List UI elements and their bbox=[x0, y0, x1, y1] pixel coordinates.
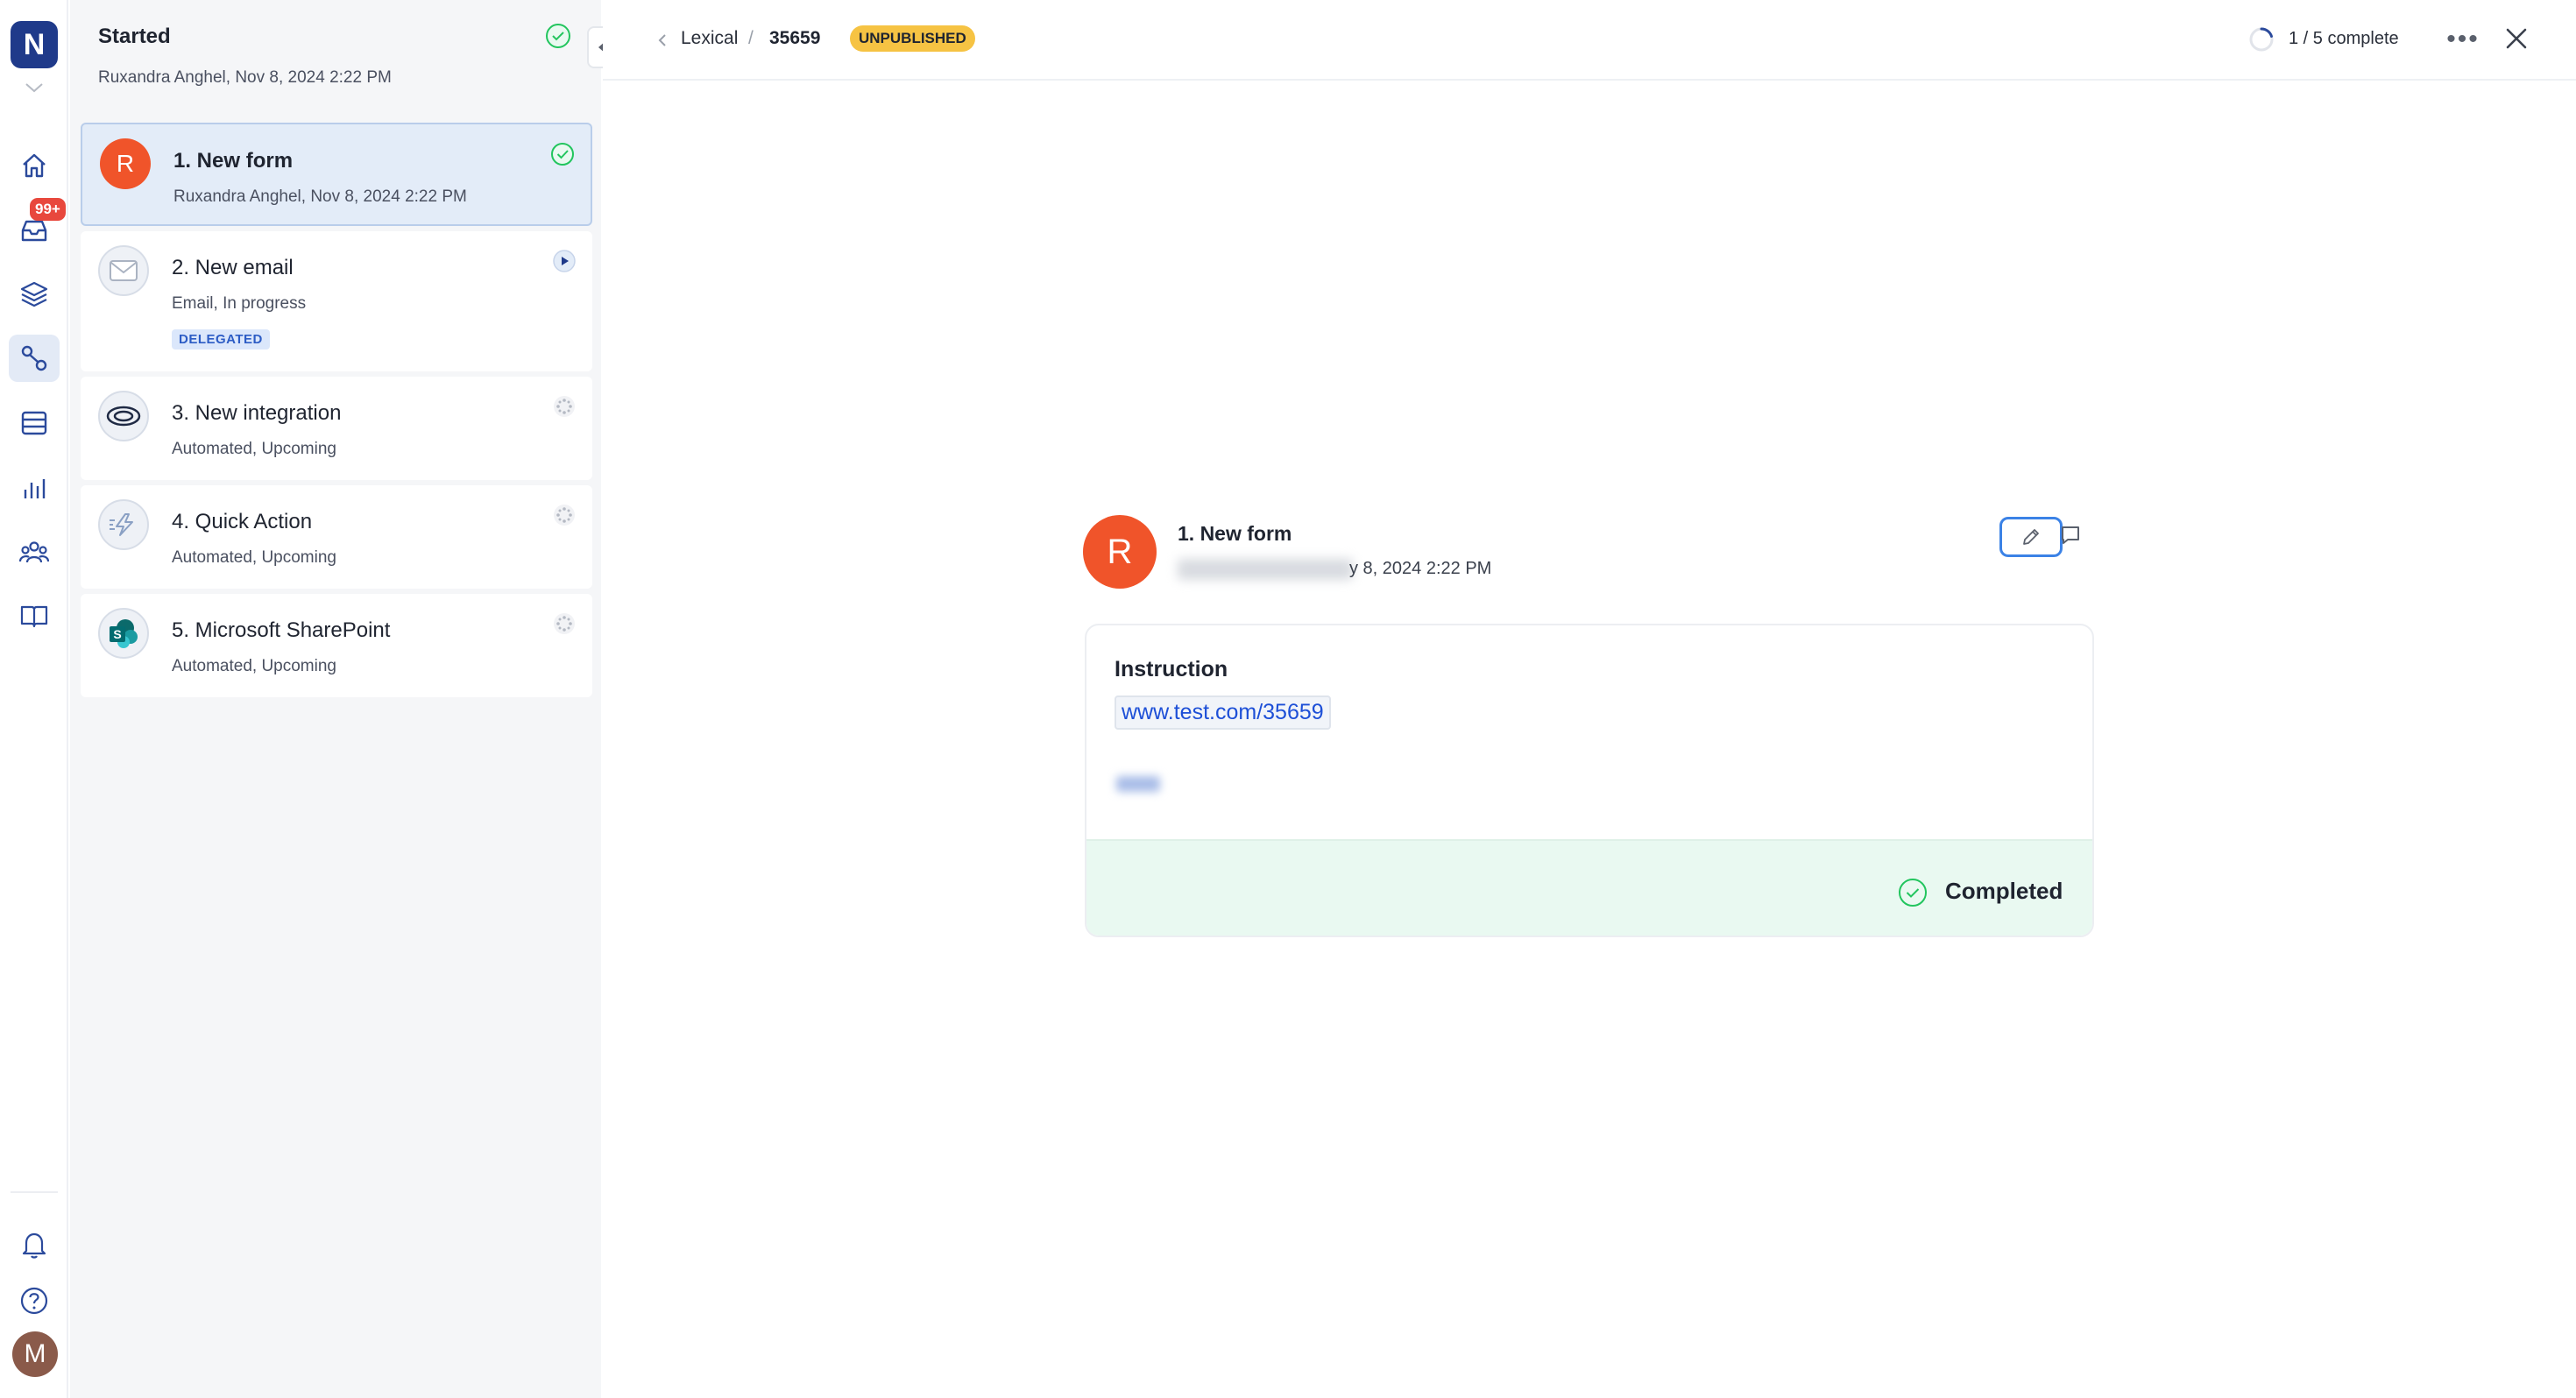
integration-icon bbox=[98, 391, 149, 441]
chart-icon[interactable] bbox=[9, 464, 60, 512]
avatar: R bbox=[1083, 515, 1157, 589]
instruction-link[interactable]: www.test.com/35659 bbox=[1115, 695, 1331, 730]
step-item-quick-action[interactable]: 4. Quick Action Automated, Upcoming bbox=[81, 485, 592, 589]
delegated-badge: DELEGATED bbox=[172, 329, 270, 350]
more-options-button[interactable]: ••• bbox=[2445, 25, 2481, 54]
progress-ring-icon bbox=[2249, 27, 2274, 52]
panel-title: Started bbox=[98, 25, 171, 48]
completed-check-icon bbox=[546, 24, 570, 48]
book-icon[interactable] bbox=[9, 592, 60, 639]
bell-icon[interactable] bbox=[9, 1221, 60, 1268]
layers-icon[interactable] bbox=[9, 270, 60, 317]
pencil-icon bbox=[2023, 529, 2039, 545]
workflow-icon[interactable] bbox=[9, 335, 60, 382]
step-item-microsoft-sharepoint[interactable]: S 5. Microsoft SharePoint Automated, Upc… bbox=[81, 594, 592, 697]
field-label: Instruction bbox=[1115, 657, 1228, 681]
quick-action-icon bbox=[98, 499, 149, 550]
close-icon[interactable] bbox=[2499, 21, 2534, 56]
step-item-new-form[interactable]: R 1. New form Ruxandra Anghel, Nov 8, 20… bbox=[81, 123, 592, 226]
form-card: Instruction www.test.com/35659 Completed bbox=[1085, 624, 2094, 937]
play-icon bbox=[553, 250, 576, 272]
list-icon[interactable] bbox=[9, 399, 60, 447]
step-subtitle: Automated, Upcoming bbox=[172, 440, 336, 458]
redacted-text bbox=[1116, 776, 1160, 792]
step-title: 4. Quick Action bbox=[172, 510, 313, 533]
step-title: 1. New form bbox=[173, 149, 294, 173]
help-icon[interactable] bbox=[9, 1277, 60, 1324]
status-badge: UNPUBLISHED bbox=[850, 25, 975, 52]
step-subtitle: Automated, Upcoming bbox=[172, 657, 336, 675]
edit-button[interactable] bbox=[1999, 517, 2063, 557]
progress-text: 1 / 5 complete bbox=[2289, 29, 2399, 48]
pending-icon bbox=[554, 505, 575, 526]
step-title: 2. New email bbox=[172, 256, 294, 279]
completed-status: Completed bbox=[1945, 878, 2063, 904]
breadcrumb-separator: / bbox=[748, 28, 754, 48]
comment-icon[interactable] bbox=[2059, 524, 2082, 547]
completed-footer: Completed bbox=[1086, 839, 2092, 936]
chevron-down-icon[interactable] bbox=[23, 79, 46, 96]
detail-date: y 8, 2024 2:22 PM bbox=[1349, 559, 1492, 578]
step-subtitle: Automated, Upcoming bbox=[172, 548, 336, 567]
step-item-new-integration[interactable]: 3. New integration Automated, Upcoming bbox=[81, 377, 592, 480]
inbox-badge: 99+ bbox=[30, 198, 66, 221]
completed-check-icon bbox=[1899, 879, 1927, 907]
redacted-author bbox=[1178, 559, 1353, 580]
panel-subtitle: Ruxandra Anghel, Nov 8, 2024 2:22 PM bbox=[98, 68, 392, 87]
step-subtitle: Email, In progress bbox=[172, 294, 307, 313]
sharepoint-icon: S bbox=[98, 608, 149, 659]
rail-divider bbox=[11, 1191, 58, 1193]
chevron-left-icon[interactable] bbox=[655, 30, 669, 51]
email-icon bbox=[98, 245, 149, 296]
breadcrumb-current: 35659 bbox=[769, 28, 821, 48]
step-item-new-email[interactable]: 2. New email Email, In progress DELEGATE… bbox=[81, 231, 592, 371]
completed-check-icon bbox=[551, 143, 574, 166]
nav-rail: N 99+ M bbox=[0, 0, 68, 1398]
detail-title: 1. New form bbox=[1178, 522, 1292, 545]
breadcrumb-parent[interactable]: Lexical bbox=[681, 28, 738, 49]
step-subtitle: Ruxandra Anghel, Nov 8, 2024 2:22 PM bbox=[173, 187, 467, 206]
step-title: 3. New integration bbox=[172, 401, 342, 425]
avatar: R bbox=[100, 138, 151, 189]
team-icon[interactable] bbox=[9, 529, 60, 576]
home-icon[interactable] bbox=[9, 142, 60, 189]
pending-icon bbox=[554, 396, 575, 417]
app-logo[interactable]: N bbox=[11, 21, 58, 68]
step-title: 5. Microsoft SharePoint bbox=[172, 618, 391, 642]
svg-text:S: S bbox=[113, 627, 121, 641]
pending-icon bbox=[554, 613, 575, 634]
user-avatar[interactable]: M bbox=[12, 1331, 58, 1377]
